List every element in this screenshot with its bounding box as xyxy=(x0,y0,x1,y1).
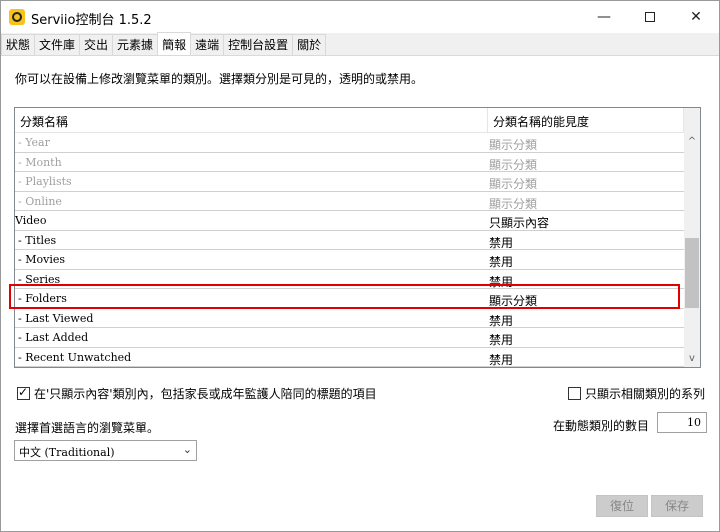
dynamic-count-input[interactable]: 10 xyxy=(657,412,707,433)
category-table: 分類名稱 分類名稱的能見度 - Year 顯示分類 - Month 顯示分類 -… xyxy=(14,107,701,368)
category-name: Video xyxy=(15,214,47,227)
category-visibility[interactable]: 禁用 xyxy=(489,351,513,368)
chevron-down-icon: ⌄ xyxy=(182,443,192,456)
category-name: - Titles xyxy=(18,233,57,247)
tab-metadata[interactable]: 元素據 xyxy=(112,34,159,55)
category-name: - Month xyxy=(18,155,62,169)
category-visibility[interactable]: 禁用 xyxy=(489,312,513,329)
table-row[interactable]: - Year 顯示分類 xyxy=(15,133,685,153)
table-row[interactable]: Video 只顯示內容 xyxy=(15,211,685,231)
include-parental-checkbox[interactable] xyxy=(17,385,30,400)
title-bar: Serviio控制台 1.5.2 — ✕ xyxy=(1,1,719,33)
presentation-panel: 你可以在設備上修改瀏覽菜單的類別。選擇類分別是可見的，透明的或禁用。 分類名稱 … xyxy=(1,56,719,531)
category-name: - Recent Unwatched xyxy=(18,350,132,364)
tab-delivery[interactable]: 交出 xyxy=(79,34,114,55)
category-name: - Year xyxy=(18,136,50,149)
minimize-button[interactable]: — xyxy=(581,1,627,33)
show-related-checkbox[interactable] xyxy=(568,387,581,400)
panel-description: 你可以在設備上修改瀏覽菜單的類別。選擇類分別是可見的，透明的或禁用。 xyxy=(15,72,424,86)
table-row[interactable]: - Playlists 顯示分類 xyxy=(15,172,685,192)
table-scrollbar[interactable]: ^ v xyxy=(684,108,700,367)
header-visibility[interactable]: 分類名稱的能見度 xyxy=(493,113,589,130)
maximize-icon xyxy=(645,12,655,22)
category-visibility[interactable]: 顯示分類 xyxy=(489,136,537,153)
header-category-name[interactable]: 分類名稱 xyxy=(20,113,68,130)
window-title: Serviio控制台 1.5.2 xyxy=(31,13,152,28)
category-name: - Playlists xyxy=(18,175,72,188)
scroll-down-icon[interactable]: v xyxy=(684,350,700,367)
language-selected: 中文 (Traditional) xyxy=(19,446,115,459)
tab-library[interactable]: 文件庫 xyxy=(34,34,81,55)
save-button[interactable]: 保存 xyxy=(651,495,703,517)
language-select[interactable]: 中文 (Traditional) ⌄ xyxy=(14,440,197,461)
category-visibility[interactable]: 顯示分類 xyxy=(489,156,537,173)
show-related-label: 只顯示相關類別的系列 xyxy=(585,387,706,401)
scroll-thumb[interactable] xyxy=(685,238,699,308)
maximize-button[interactable] xyxy=(627,1,673,33)
tab-status[interactable]: 狀態 xyxy=(1,34,36,55)
header-divider xyxy=(487,108,488,133)
tab-presentation[interactable]: 簡報 xyxy=(157,32,192,55)
serviio-app-icon xyxy=(9,9,25,25)
tab-console-settings[interactable]: 控制台設置 xyxy=(223,34,294,55)
category-name: - Movies xyxy=(18,253,65,266)
table-row[interactable]: - Online 顯示分類 xyxy=(15,192,685,212)
reset-button[interactable]: 復位 xyxy=(596,495,648,517)
scroll-up-icon[interactable]: ^ xyxy=(684,133,700,150)
language-label: 選擇首選語言的瀏覽菜單。 xyxy=(15,421,160,435)
show-related-option[interactable]: 只顯示相關類別的系列 xyxy=(568,385,705,402)
category-visibility[interactable]: 顯示分類 xyxy=(489,195,537,212)
table-row[interactable]: - Last Added 禁用 xyxy=(15,328,685,348)
tab-about[interactable]: 關於 xyxy=(292,34,327,55)
include-parental-option[interactable]: 在'只顯示內容'類別內，包括家長或成年監護人陪同的標題的項目 xyxy=(17,385,377,402)
tab-remote[interactable]: 遠端 xyxy=(190,34,225,55)
category-visibility[interactable]: 禁用 xyxy=(489,253,513,270)
table-row[interactable]: - Month 顯示分類 xyxy=(15,153,685,173)
table-row[interactable]: - Last Viewed 禁用 xyxy=(15,309,685,329)
table-row[interactable]: - Movies 禁用 xyxy=(15,250,685,270)
category-visibility[interactable]: 只顯示內容 xyxy=(489,214,549,231)
tab-bar: 狀態 文件庫 交出 元素據 簡報 遠端 控制台設置 關於 xyxy=(1,32,719,56)
table-row[interactable]: - Titles 禁用 xyxy=(15,231,685,251)
category-name: - Last Viewed xyxy=(18,311,94,325)
dynamic-count-label: 在動態類別的數目 xyxy=(553,419,650,433)
category-name: - Last Added xyxy=(18,331,89,344)
serviio-console-window: Serviio控制台 1.5.2 — ✕ 狀態 文件庫 交出 元素據 簡報 遠端… xyxy=(0,0,720,532)
highlight-box xyxy=(9,284,680,309)
table-header: 分類名稱 分類名稱的能見度 xyxy=(15,108,685,133)
category-visibility[interactable]: 禁用 xyxy=(489,234,513,251)
category-visibility[interactable]: 禁用 xyxy=(489,331,513,348)
table-row[interactable]: - Recent Unwatched 禁用 xyxy=(15,348,685,368)
category-name: - Online xyxy=(18,194,62,208)
include-parental-label: 在'只顯示內容'類別內，包括家長或成年監護人陪同的標題的項目 xyxy=(34,387,377,401)
close-button[interactable]: ✕ xyxy=(673,1,719,33)
category-visibility[interactable]: 顯示分類 xyxy=(489,175,537,192)
